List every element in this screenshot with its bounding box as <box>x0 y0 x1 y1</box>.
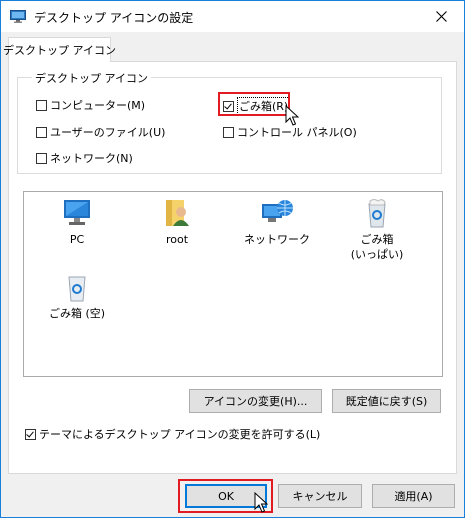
checkbox-box-checked[interactable] <box>25 428 36 440</box>
recycle-bin-empty-icon <box>68 276 86 302</box>
apply-button[interactable]: 適用(A) <box>372 484 455 508</box>
checkbox-network[interactable]: ネットワーク(N) <box>36 150 133 166</box>
checkbox-label: ユーザーのファイル(U) <box>50 126 166 139</box>
network-icon <box>262 200 293 222</box>
button-label: 適用(A) <box>394 490 433 503</box>
checkbox-computer[interactable]: コンピューター(M) <box>36 97 145 113</box>
list-item-label: ごみ箱 (いっぱい) <box>350 233 404 261</box>
checkbox-user-files[interactable]: ユーザーのファイル(U) <box>36 124 165 140</box>
desktop-icon-settings-window: デスクトップ アイコンの設定 デスクトップ アイコン デスクトップ アイコン コ… <box>0 0 465 518</box>
button-label: キャンセル <box>292 490 348 503</box>
list-item-label: ネットワーク <box>244 233 310 246</box>
checkbox-box-checked[interactable] <box>223 100 234 112</box>
checkbox-allow-theme-change[interactable]: テーマによるデスクトップ アイコンの変更を許可する(L) <box>25 426 320 442</box>
list-item-root[interactable]: root <box>137 198 217 247</box>
checkbox-box[interactable] <box>223 126 234 138</box>
change-icon-button[interactable]: アイコンの変更(H)... <box>189 389 322 413</box>
list-item-label: PC <box>69 233 85 246</box>
close-button[interactable] <box>419 1 464 31</box>
icon-list[interactable]: PC root ネットワーク ごみ箱 (いっぱい) ごみ箱 (空) <box>23 191 443 377</box>
list-item-recycle-bin-empty[interactable]: ごみ箱 (空) <box>37 272 117 321</box>
user-folder-icon <box>166 200 189 226</box>
group-legend: デスクトップ アイコン <box>32 70 151 86</box>
list-item-label: root <box>165 233 189 246</box>
checkbox-label: コントロール パネル(O) <box>237 126 357 139</box>
button-label: アイコンの変更(H)... <box>203 395 308 408</box>
pc-icon <box>64 200 90 225</box>
list-item-network[interactable]: ネットワーク <box>237 198 317 247</box>
cancel-button[interactable]: キャンセル <box>278 484 362 508</box>
tab-desktop-icons[interactable]: デスクトップ アイコン <box>3 37 116 62</box>
button-label: 既定値に戻す(S) <box>345 395 428 408</box>
checkbox-control-panel[interactable]: コントロール パネル(O) <box>223 124 357 140</box>
restore-default-button[interactable]: 既定値に戻す(S) <box>332 389 441 413</box>
checkbox-box[interactable] <box>36 99 47 111</box>
window-title: デスクトップ アイコンの設定 <box>34 11 194 25</box>
checkbox-label: コンピューター(M) <box>50 99 146 112</box>
ok-button[interactable]: OK <box>185 484 267 508</box>
button-label: OK <box>218 489 234 503</box>
checkbox-label: テーマによるデスクトップ アイコンの変更を許可する(L) <box>39 428 321 441</box>
monitor-settings-icon <box>10 10 26 23</box>
checkbox-label: ごみ箱(R) <box>237 97 291 115</box>
list-item-pc[interactable]: PC <box>37 198 117 247</box>
recycle-bin-full-icon <box>368 199 386 228</box>
checkbox-box[interactable] <box>36 152 47 164</box>
title-bar: デスクトップ アイコンの設定 <box>1 1 464 32</box>
tab-label: デスクトップ アイコン <box>3 44 116 57</box>
checkbox-box[interactable] <box>36 126 47 138</box>
checkbox-label: ネットワーク(N) <box>50 152 133 165</box>
checkbox-recycle-bin[interactable]: ごみ箱(R) <box>223 97 291 115</box>
close-icon <box>436 10 447 22</box>
list-item-recycle-bin-full[interactable]: ごみ箱 (いっぱい) <box>337 198 417 262</box>
list-item-label: ごみ箱 (空) <box>48 307 106 320</box>
